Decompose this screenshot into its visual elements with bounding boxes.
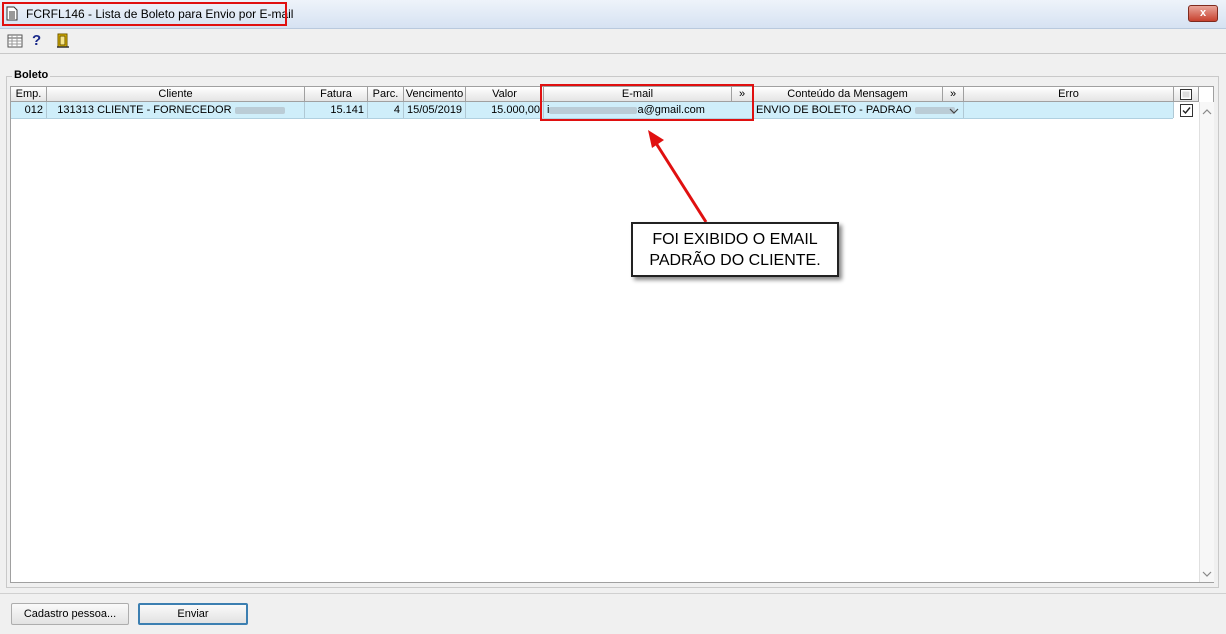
chevron-down-icon[interactable] (949, 107, 959, 115)
col-header-parc[interactable]: Parc. (368, 87, 404, 102)
cliente-name: CLIENTE - FORNECEDOR (97, 104, 232, 116)
scroll-down-icon[interactable] (1202, 570, 1212, 578)
conteudo-expand-button[interactable]: » (943, 87, 964, 102)
email-highlight-box (540, 84, 754, 121)
col-header-valor[interactable]: Valor (466, 87, 544, 102)
help-icon[interactable]: ? (32, 33, 48, 49)
exit-door-icon[interactable] (55, 33, 71, 49)
conteudo-text: ENVIO DE BOLETO - PADRAO (756, 104, 912, 116)
toolbar: ? (0, 29, 1226, 54)
cadastro-pessoa-button[interactable]: Cadastro pessoa... (11, 603, 129, 625)
boleto-group-label: Boleto (12, 69, 51, 81)
boleto-grid[interactable]: Emp. Cliente Fatura Parc. Vencimento Val… (10, 86, 1214, 583)
annotation-arrow (648, 130, 708, 223)
col-header-select-all[interactable] (1174, 87, 1199, 102)
cell-erro (964, 102, 1174, 118)
col-header-fatura[interactable]: Fatura (305, 87, 368, 102)
cell-parc: 4 (368, 102, 404, 118)
cell-emp: 012 (11, 102, 47, 118)
col-header-erro[interactable]: Erro (964, 87, 1174, 102)
col-header-cliente[interactable]: Cliente (47, 87, 305, 102)
row-select-checkbox[interactable] (1180, 104, 1193, 117)
annotation-line-1: FOI EXIBIDO O EMAIL (652, 231, 818, 248)
enviar-button[interactable]: Enviar (138, 603, 248, 625)
cell-cliente: 131313 CLIENTE - FORNECEDOR (47, 102, 305, 118)
close-icon: x (1199, 7, 1207, 19)
checkbox-header-icon (1180, 89, 1192, 100)
title-highlight-box (2, 2, 287, 26)
col-header-vencimento[interactable]: Vencimento (404, 87, 466, 102)
divider (0, 593, 1226, 594)
cell-fatura: 15.141 (305, 102, 368, 118)
scroll-up-icon[interactable] (1202, 108, 1212, 116)
redacted-name (234, 106, 285, 114)
col-header-conteudo[interactable]: Conteúdo da Mensagem (753, 87, 943, 102)
cliente-code: 131313 (57, 104, 94, 116)
cell-conteudo[interactable]: ENVIO DE BOLETO - PADRAO (753, 102, 964, 118)
annotation-line-2: PADRÃO DO CLIENTE. (649, 252, 821, 269)
cell-valor: 15.000,00 (466, 102, 544, 118)
grid-icon[interactable] (7, 33, 23, 49)
cell-vencimento: 15/05/2019 (404, 102, 466, 118)
close-button[interactable]: x (1188, 5, 1218, 22)
vertical-scrollbar[interactable] (1199, 102, 1214, 582)
annotation-note: FOI EXIBIDO O EMAIL PADRÃO DO CLIENTE. (631, 222, 839, 277)
col-header-emp[interactable]: Emp. (11, 87, 47, 102)
